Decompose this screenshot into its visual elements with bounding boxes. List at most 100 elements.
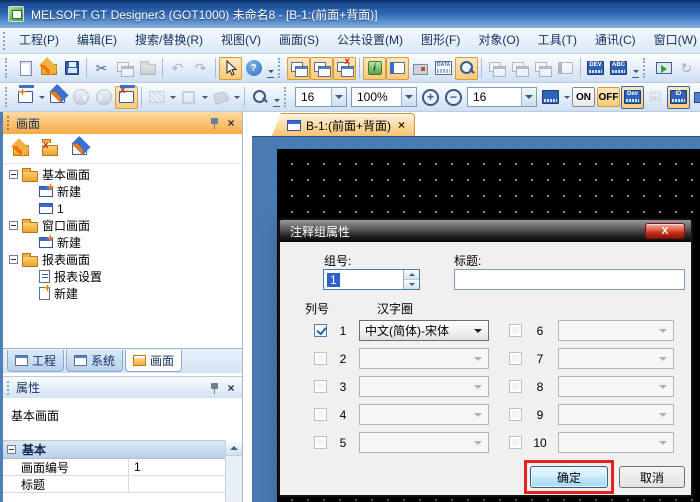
text-list-button[interactable]: ABC xyxy=(607,57,630,80)
editor-tab-b1[interactable]: B-1:(前面+背面) × xyxy=(272,113,415,136)
undo-button[interactable]: ↶ xyxy=(166,57,189,80)
menu-object[interactable]: 对象(O) xyxy=(469,28,528,53)
collapse-icon[interactable] xyxy=(7,445,16,454)
prop-row-title[interactable]: 标题 xyxy=(3,476,225,493)
forward-button[interactable] xyxy=(92,86,115,109)
station-setting-button[interactable] xyxy=(409,57,432,80)
scroll-up-icon[interactable] xyxy=(226,440,242,456)
back-screen-view-button[interactable] xyxy=(310,57,333,80)
front-screen-view-button[interactable] xyxy=(287,57,310,80)
paste-button[interactable] xyxy=(136,57,159,80)
simulator-update-button[interactable]: ↻ xyxy=(675,57,698,80)
tree-item-report-settings[interactable]: 报表设置 xyxy=(3,268,242,285)
tree-item-screen-1[interactable]: 1 xyxy=(3,200,242,217)
title-input[interactable] xyxy=(454,269,685,290)
cascade-windows-button[interactable] xyxy=(508,57,531,80)
prop-value[interactable] xyxy=(129,476,225,492)
prop-row-screen-number[interactable]: 画面编号 1 xyxy=(3,459,225,476)
tab-system[interactable]: 系统 xyxy=(66,350,123,372)
zoom-combo[interactable]: 100% xyxy=(351,87,417,107)
column-enable-checkbox[interactable] xyxy=(314,352,327,365)
id-display-button[interactable]: ID xyxy=(667,86,690,109)
new-project-button[interactable] xyxy=(14,57,37,80)
column-font-combo[interactable] xyxy=(558,376,674,397)
close-icon[interactable]: × xyxy=(224,381,238,395)
save-project-button[interactable] xyxy=(60,57,83,80)
tree-item-new-report[interactable]: 新建 xyxy=(3,285,242,302)
menu-communication[interactable]: 通讯(C) xyxy=(586,28,645,53)
property-group-row[interactable]: 基本 xyxy=(3,441,225,459)
zoom-in-button[interactable]: + xyxy=(419,86,442,109)
menu-view[interactable]: 视图(V) xyxy=(212,28,270,53)
fill-color-dropdown[interactable] xyxy=(232,87,241,107)
toolbar-overflow-button[interactable] xyxy=(265,58,276,78)
open-project-button[interactable] xyxy=(37,57,60,80)
pattern-button[interactable] xyxy=(145,86,168,109)
screen-image-list-button[interactable] xyxy=(455,57,478,80)
cut-button[interactable]: ✂ xyxy=(90,57,113,80)
properties-scrollbar[interactable] xyxy=(225,440,242,502)
tree-item-report-screen[interactable]: 报表画面 xyxy=(3,251,242,268)
column-font-combo[interactable]: 中文(简体)-宋体 xyxy=(359,320,489,341)
data-browser-button[interactable]: DATA xyxy=(432,57,455,80)
tree-item-base-screen[interactable]: 基本画面 xyxy=(3,166,242,183)
column-enable-checkbox[interactable] xyxy=(509,352,522,365)
column-font-combo[interactable] xyxy=(558,404,674,425)
screen-view-settings-button[interactable] xyxy=(333,57,356,80)
help-button[interactable]: ? xyxy=(242,57,265,80)
new-screen-button[interactable] xyxy=(14,86,37,109)
collapse-icon[interactable] xyxy=(9,255,18,264)
tile-windows-button[interactable] xyxy=(485,57,508,80)
grid-size-combo[interactable]: 16 xyxy=(467,87,537,107)
simulator-start-button[interactable] xyxy=(652,57,675,80)
toolbar-overflow-button[interactable] xyxy=(630,58,641,78)
grid-on-button[interactable]: ON xyxy=(572,87,595,107)
prop-value[interactable]: 1 xyxy=(129,459,225,475)
frame-color-dropdown[interactable] xyxy=(200,87,209,107)
tree-item-new-base[interactable]: 新建 xyxy=(3,183,242,200)
delete-screen-button[interactable] xyxy=(38,137,62,160)
frame-color-button[interactable] xyxy=(177,86,200,109)
column-font-combo[interactable] xyxy=(359,348,489,369)
keyboard-button[interactable] xyxy=(539,86,562,109)
menu-tools[interactable]: 工具(T) xyxy=(529,28,586,53)
communication-button[interactable] xyxy=(690,86,700,109)
dialog-close-button[interactable]: X xyxy=(645,223,685,239)
tab-screen[interactable]: 画面 xyxy=(125,350,182,372)
chevron-down-icon[interactable] xyxy=(401,88,416,106)
redo-button[interactable]: ↷ xyxy=(189,57,212,80)
screens-panel-header[interactable]: 画面 × xyxy=(3,112,242,134)
spinner-up-icon[interactable] xyxy=(404,270,419,280)
zoom-out-button[interactable]: − xyxy=(442,86,465,109)
menu-window[interactable]: 窗口(W) xyxy=(645,28,700,53)
device-list-button[interactable]: DEV xyxy=(584,57,607,80)
toolbar-overflow-button[interactable] xyxy=(271,87,282,107)
fill-color-button[interactable] xyxy=(209,86,232,109)
chevron-down-icon[interactable] xyxy=(331,88,346,106)
back-button[interactable] xyxy=(69,86,92,109)
menu-common-settings[interactable]: 公共设置(M) xyxy=(328,28,412,53)
column-font-combo[interactable] xyxy=(558,348,674,369)
new-screen-dropdown[interactable] xyxy=(37,87,46,107)
pattern-dropdown[interactable] xyxy=(168,87,177,107)
open-screen-button[interactable] xyxy=(46,86,69,109)
pin-icon[interactable] xyxy=(209,116,220,130)
column-font-combo[interactable] xyxy=(558,432,674,453)
menu-figure[interactable]: 图形(F) xyxy=(412,28,469,53)
toolbar-grip[interactable] xyxy=(643,58,649,78)
library-button[interactable] xyxy=(386,57,409,80)
chevron-down-icon[interactable] xyxy=(521,88,536,106)
toolbar-grip[interactable] xyxy=(284,87,290,107)
tree-item-new-window[interactable]: 新建 xyxy=(3,234,242,251)
tab-close-icon[interactable]: × xyxy=(398,118,405,132)
keyboard-dropdown[interactable] xyxy=(562,87,571,107)
column-enable-checkbox[interactable] xyxy=(509,436,522,449)
tab-project[interactable]: 工程 xyxy=(7,350,64,372)
arrange-windows-button[interactable] xyxy=(531,57,554,80)
column-enable-checkbox[interactable] xyxy=(314,380,327,393)
toolbar-grip[interactable] xyxy=(5,58,11,78)
column-enable-checkbox[interactable] xyxy=(509,380,522,393)
preview-button[interactable] xyxy=(248,86,271,109)
pin-icon[interactable] xyxy=(209,381,220,395)
dialog-titlebar[interactable]: 注释组属性 xyxy=(280,220,691,242)
